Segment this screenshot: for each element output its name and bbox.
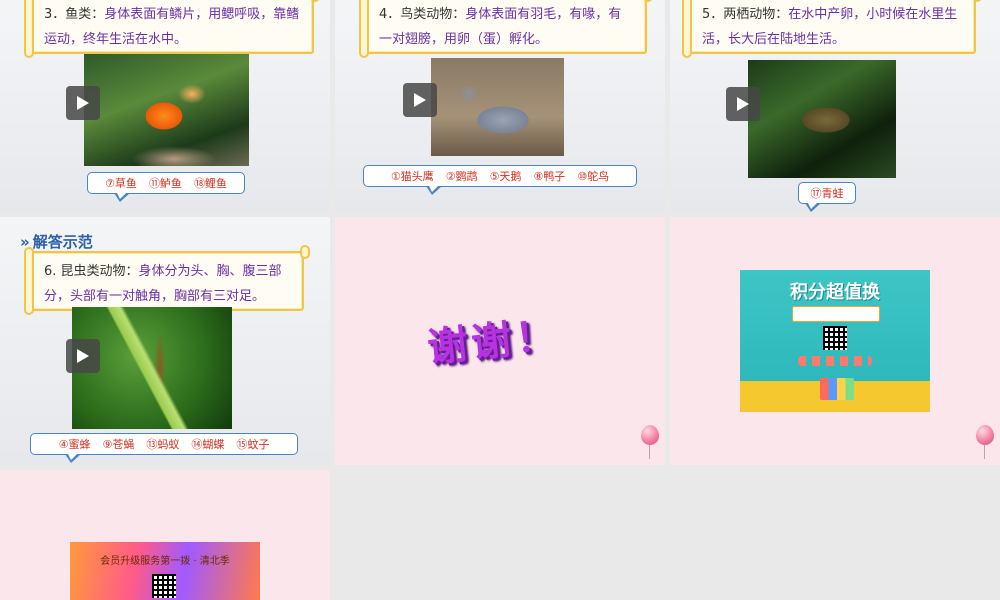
text-scroll: 4．鸟类动物：身体表面有羽毛，有喙，有一对翅膀，用卵（蛋）孵化。 [359, 0, 653, 58]
qr-code-icon [152, 574, 176, 598]
answer-item: ⑰青蛙 [810, 187, 844, 200]
text-scroll: 3．鱼类：身体表面有鳞片，用鳃呼吸，靠鳍运动，终年生活在水中。 [24, 0, 320, 58]
slide-text: 5．两栖动物：在水中产卵，小时候在水里生活，长大后在陆地生活。 [702, 7, 958, 47]
answer-item: ⑮蚊子 [236, 438, 270, 451]
answer-item: ⑭蝴蝶 [191, 438, 225, 451]
thanks-text: 谢谢！ [425, 311, 562, 372]
books-icon [820, 378, 854, 400]
ad-title: 积分超值换 [790, 282, 880, 303]
slide-insect[interactable]: » 解答示范 6. 昆虫类动物：身体分为头、胸、腹三部分，头部有一对触角，胸部有三… [0, 217, 330, 465]
answer-item: ⑩鸵鸟 [577, 170, 610, 183]
answer-item: ⑧鸭子 [533, 170, 566, 183]
pigeon-photo [431, 58, 564, 156]
goldfish-photo [84, 54, 249, 166]
video-play-button[interactable] [66, 86, 100, 120]
qr-code-icon [823, 326, 847, 350]
play-icon [414, 93, 426, 107]
slide-text: 6. 昆虫类动物：身体分为头、胸、腹三部分，头部有一对触角，胸部有三对足。 [44, 264, 282, 304]
answer-item: ①猫头鹰 [390, 170, 434, 183]
slide-thanks[interactable]: 谢谢！ [335, 217, 665, 465]
answer-item: ⑱鲤鱼 [193, 177, 227, 190]
ad-info-bar [792, 306, 880, 322]
slide-fish[interactable]: 3．鱼类：身体表面有鳞片，用鳃呼吸，靠鳍运动，终年生活在水中。 ⑦草鱼 ⑪鲈鱼 … [0, 0, 330, 212]
ad-dots [798, 356, 872, 366]
play-icon [737, 97, 749, 111]
answer-bubble: ④蜜蜂 ⑨苍蝇 ⑬蚂蚁 ⑭蝴蝶 ⑮蚊子 [30, 433, 298, 463]
frog-photo [748, 60, 896, 178]
answer-item: ⑦草鱼 [105, 177, 137, 190]
answer-bubble: ⑰青蛙 [798, 182, 856, 212]
points-ad-banner[interactable]: 积分超值换 [740, 270, 930, 412]
slide-text: 3．鱼类：身体表面有鳞片，用鳃呼吸，靠鳍运动，终年生活在水中。 [44, 7, 300, 47]
slide-member-ad[interactable]: 会员升级服务第一拨 · 清北季 [0, 470, 330, 600]
slide-bird[interactable]: 4．鸟类动物：身体表面有羽毛，有喙，有一对翅膀，用卵（蛋）孵化。 ①猫头鹰 ②鹦… [335, 0, 665, 212]
video-play-button[interactable] [403, 83, 437, 117]
answer-bubble: ①猫头鹰 ②鹦鹉 ⑤天鹅 ⑧鸭子 ⑩鸵鸟 [363, 165, 637, 195]
text-scroll: 5．两栖动物：在水中产卵，小时候在水里生活，长大后在陆地生活。 [682, 0, 982, 58]
answer-item: ⑪鲈鱼 [148, 177, 182, 190]
slide-points-ad[interactable]: 积分超值换 [670, 217, 1000, 465]
play-icon [77, 349, 89, 363]
video-play-button[interactable] [66, 339, 100, 373]
slide-text: 4．鸟类动物：身体表面有羽毛，有喙，有一对翅膀，用卵（蛋）孵化。 [379, 7, 622, 47]
member-ad-banner[interactable]: 会员升级服务第一拨 · 清北季 [70, 542, 260, 600]
slide-amphibian[interactable]: 5．两栖动物：在水中产卵，小时候在水里生活，长大后在陆地生活。 ⑰青蛙 [670, 0, 1000, 212]
answer-item: ②鹦鹉 [445, 170, 478, 183]
answer-item: ⑤天鹅 [489, 170, 522, 183]
answer-item: ⑨苍蝇 [102, 438, 135, 451]
answer-item: ⑬蚂蚁 [146, 438, 180, 451]
text-scroll: 6. 昆虫类动物：身体分为头、胸、腹三部分，头部有一对触角，胸部有三对足。 [24, 245, 310, 315]
answer-item: ④蜜蜂 [58, 438, 91, 451]
video-play-button[interactable] [726, 87, 760, 121]
balloon-icon [976, 425, 994, 459]
play-icon [77, 96, 89, 110]
balloon-icon [641, 425, 659, 459]
answer-bubble: ⑦草鱼 ⑪鲈鱼 ⑱鲤鱼 [87, 172, 245, 202]
ad-title: 会员升级服务第一拨 · 清北季 [100, 556, 230, 567]
